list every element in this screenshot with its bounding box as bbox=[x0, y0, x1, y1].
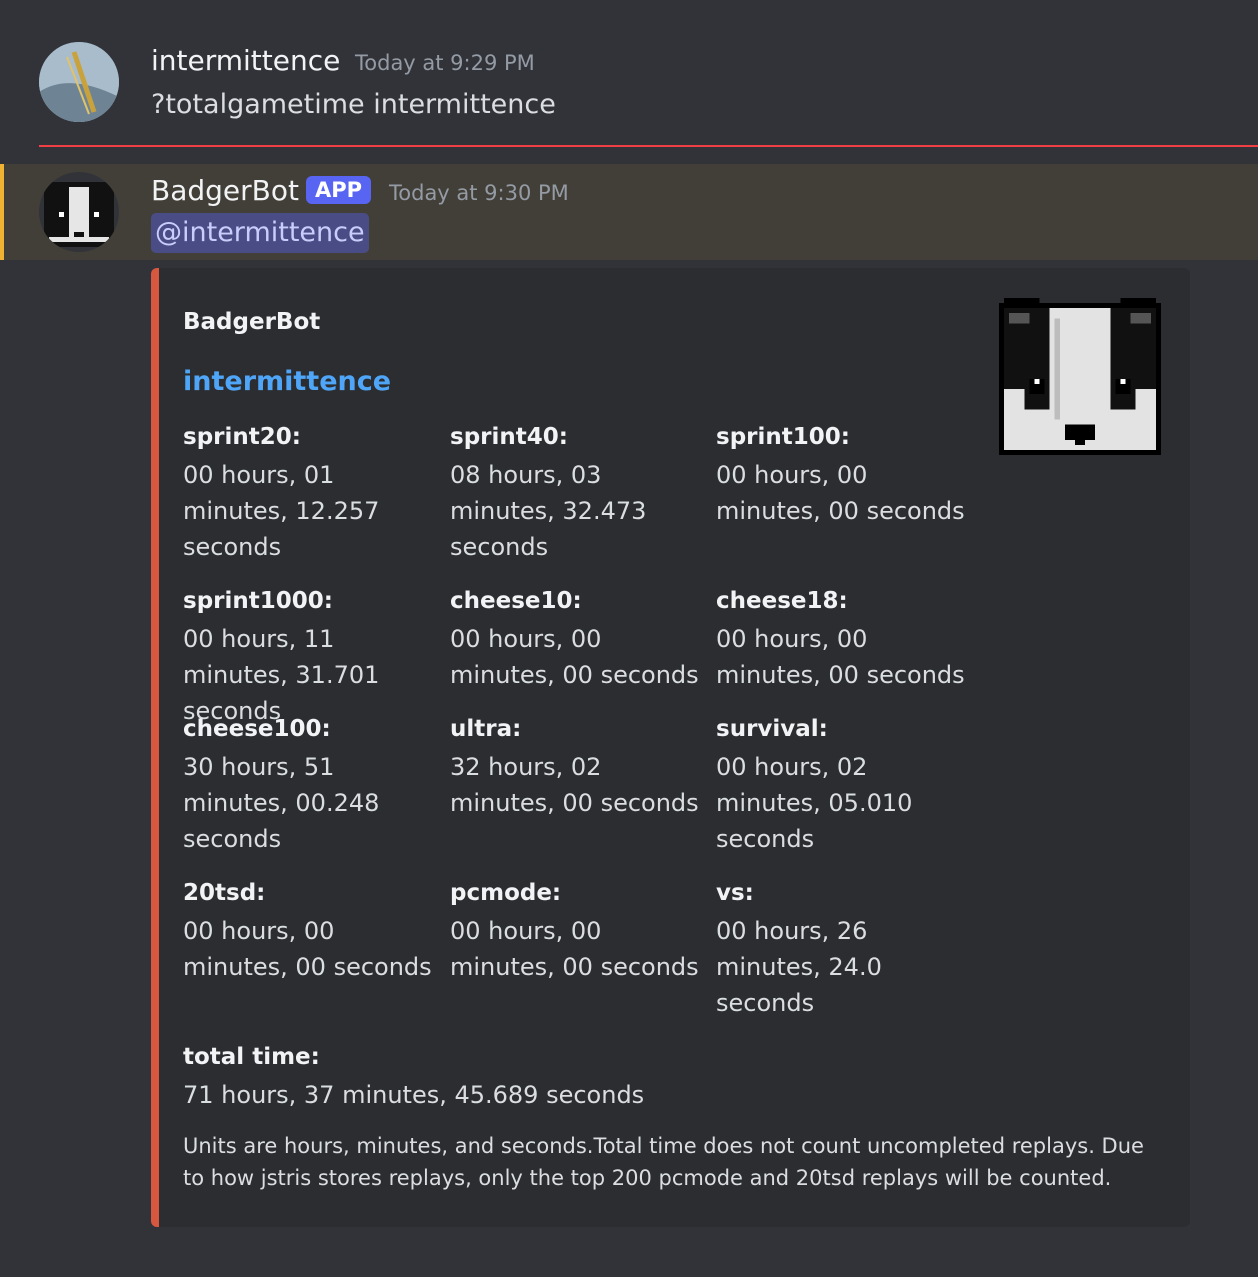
user-avatar[interactable] bbox=[39, 42, 119, 122]
field-name: pcmode: bbox=[450, 880, 562, 906]
field-pcmode: pcmode: 00 hours, 00 minutes, 00 seconds bbox=[450, 878, 710, 985]
field-cheese100: cheese100: 30 hours, 51 minutes, 00.248 … bbox=[183, 714, 443, 857]
field-name: sprint40: bbox=[450, 424, 568, 450]
field-value: 00 hours, 01 minutes, 12.257 seconds bbox=[183, 461, 380, 561]
field-name: survival: bbox=[716, 716, 828, 742]
field-value: 32 hours, 02 minutes, 00 seconds bbox=[450, 753, 699, 817]
embed-title-link[interactable]: intermittence bbox=[183, 364, 391, 400]
field-cheese18: cheese18: 00 hours, 00 minutes, 00 secon… bbox=[716, 586, 976, 693]
field-survival: survival: 00 hours, 02 minutes, 05.010 s… bbox=[716, 714, 976, 857]
field-name: sprint20: bbox=[183, 424, 301, 450]
bot-avatar[interactable] bbox=[39, 172, 119, 252]
embed: BadgerBot intermittence sprint20: 00 hou… bbox=[151, 268, 1190, 1227]
field-value: 00 hours, 00 minutes, 00 seconds bbox=[183, 917, 432, 981]
field-name: vs: bbox=[716, 880, 754, 906]
field-name: cheese18: bbox=[716, 588, 848, 614]
field-value: 00 hours, 00 minutes, 00 seconds bbox=[716, 461, 965, 525]
field-total-time: total time: 71 hours, 37 minutes, 45.689… bbox=[183, 1042, 983, 1113]
timestamp: Today at 9:30 PM bbox=[389, 181, 569, 205]
field-cheese10: cheese10: 00 hours, 00 minutes, 00 secon… bbox=[450, 586, 710, 693]
user-mention[interactable]: @intermittence bbox=[151, 213, 369, 253]
field-ultra: ultra: 32 hours, 02 minutes, 00 seconds bbox=[450, 714, 710, 821]
message-content: ?totalgametime intermittence bbox=[151, 89, 556, 120]
field-name: total time: bbox=[183, 1044, 320, 1070]
field-sprint1000: sprint1000: 00 hours, 11 minutes, 31.701… bbox=[183, 586, 443, 729]
field-value: 00 hours, 26 minutes, 24.0 seconds bbox=[716, 917, 882, 1017]
field-sprint40: sprint40: 08 hours, 03 minutes, 32.473 s… bbox=[450, 422, 710, 565]
username[interactable]: intermittence bbox=[151, 44, 340, 78]
field-value: 00 hours, 11 minutes, 31.701 seconds bbox=[183, 625, 380, 725]
bot-username[interactable]: BadgerBot bbox=[151, 174, 299, 208]
field-name: sprint1000: bbox=[183, 588, 333, 614]
field-value: 00 hours, 00 minutes, 00 seconds bbox=[450, 917, 699, 981]
field-vs: vs: 00 hours, 26 minutes, 24.0 seconds bbox=[716, 878, 976, 1021]
new-messages-divider bbox=[39, 145, 1258, 147]
field-value: 00 hours, 00 minutes, 00 seconds bbox=[716, 625, 965, 689]
field-value: 08 hours, 03 minutes, 32.473 seconds bbox=[450, 461, 647, 561]
field-name: cheese10: bbox=[450, 588, 582, 614]
field-value: 30 hours, 51 minutes, 00.248 seconds bbox=[183, 753, 380, 853]
field-name: 20tsd: bbox=[183, 880, 266, 906]
field-value: 71 hours, 37 minutes, 45.689 seconds bbox=[183, 1081, 645, 1109]
timestamp: Today at 9:29 PM bbox=[355, 51, 535, 75]
field-value: 00 hours, 02 minutes, 05.010 seconds bbox=[716, 753, 913, 853]
field-name: ultra: bbox=[450, 716, 522, 742]
field-sprint20: sprint20: 00 hours, 01 minutes, 12.257 s… bbox=[183, 422, 443, 565]
badger-thumbnail[interactable] bbox=[999, 298, 1161, 460]
field-name: sprint100: bbox=[716, 424, 850, 450]
embed-author: BadgerBot bbox=[183, 309, 321, 335]
embed-footer: Units are hours, minutes, and seconds.To… bbox=[183, 1134, 1144, 1190]
app-badge: APP bbox=[306, 176, 372, 204]
field-sprint100: sprint100: 00 hours, 00 minutes, 00 seco… bbox=[716, 422, 976, 529]
field-name: cheese100: bbox=[183, 716, 331, 742]
field-20tsd: 20tsd: 00 hours, 00 minutes, 00 seconds bbox=[183, 878, 443, 985]
field-value: 00 hours, 00 minutes, 00 seconds bbox=[450, 625, 699, 689]
